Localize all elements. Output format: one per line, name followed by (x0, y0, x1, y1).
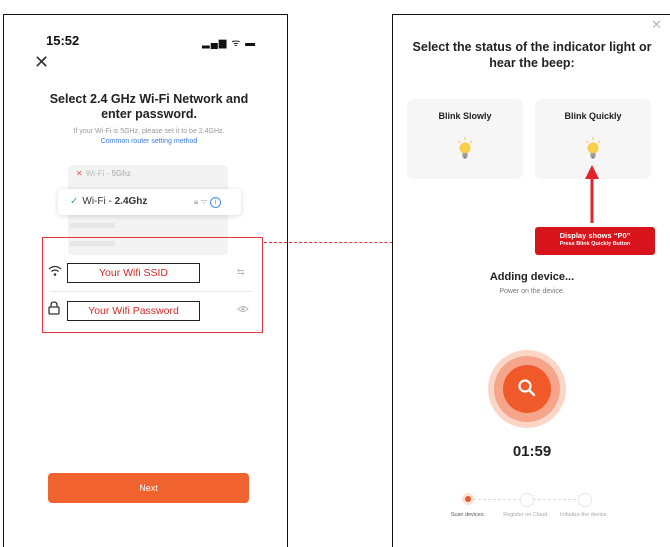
step-register-label: Register on Cloud. (503, 512, 549, 518)
countdown-timer: 01:59 (512, 443, 552, 460)
adding-device-title: Adding device... (489, 271, 575, 283)
step-scan-icon (462, 493, 474, 505)
network-24ghz-label: 2.4Ghz (114, 196, 148, 207)
network-5ghz-prefix: Wi-Fi - (85, 169, 112, 178)
wifi-small-icon: ᯤ (200, 197, 208, 206)
network-24ghz-prefix: Wi-Fi - (82, 196, 115, 207)
status-bar-icons: ▂▄▆ ᯤ ▬ (202, 38, 257, 49)
wifi-icon (48, 265, 62, 276)
add-device-screen: ✕ Select the status of the indicator lig… (392, 14, 670, 547)
step-register-icon (520, 493, 534, 507)
close-icon[interactable]: ✕ (34, 53, 49, 71)
lock-small-icon: 🔒︎ (194, 197, 199, 206)
blink-slowly-label: Blink Slowly (438, 111, 492, 121)
step-initialize-icon (578, 493, 592, 507)
annotation-callout: Display shows “P0” Press Blink Quickly B… (535, 227, 655, 255)
field-divider (50, 291, 252, 292)
router-setting-link[interactable]: Common router setting method (44, 137, 254, 147)
callout-line-2: Press Blink Quickly Button (559, 241, 631, 247)
page-title: Select 2.4 GHz Wi-Fi Network and enter p… (49, 92, 249, 121)
placeholder-bar (70, 223, 115, 228)
hint-text: If your Wi-Fi is 5GHz, please set it to … (73, 128, 225, 135)
switch-network-icon[interactable]: ⇆ (237, 267, 245, 278)
lock-icon (48, 301, 60, 315)
network-5ghz-row: ✕ Wi-Fi - 5Ghz (76, 169, 131, 178)
step-scan-label: Scan devices. (450, 512, 486, 518)
next-button[interactable]: Next (48, 473, 249, 503)
step-initialize-label: Initialize the device. (560, 512, 608, 518)
adding-device-subtitle: Power on the device. (499, 288, 565, 295)
network-24ghz-row: ✓ Wi-Fi - 2.4Ghz (70, 196, 147, 207)
blink-quickly-label: Blink Quickly (564, 111, 622, 121)
info-icon: i (210, 197, 222, 208)
ssid-input[interactable]: Your Wifi SSID (67, 263, 200, 283)
light-bulb-icon (585, 137, 601, 159)
search-icon (518, 379, 536, 397)
wifi-setup-screen: 15:52 ▂▄▆ ᯤ ▬ ✕ Select 2.4 GHz Wi-Fi Net… (3, 14, 288, 547)
blink-slowly-option[interactable]: Blink Slowly (407, 99, 523, 179)
annotation-arrow-icon (585, 165, 599, 223)
eye-icon[interactable] (237, 305, 249, 313)
page-title: Select the status of the indicator light… (412, 40, 652, 70)
light-bulb-icon (457, 137, 473, 159)
status-time: 15:52 (46, 33, 80, 48)
callout-line-1: Display shows “P0” (559, 231, 631, 240)
network-5ghz-label: 5Ghz (111, 169, 132, 178)
frequency-hint: If your Wi-Fi is 5GHz, please set it to … (44, 127, 254, 147)
password-input[interactable]: Your Wifi Password (67, 301, 200, 321)
network-signal-icons: 🔒︎ ᯤ i (194, 196, 222, 208)
cross-icon: ✕ (76, 169, 83, 178)
close-icon[interactable]: ✕ (651, 17, 662, 33)
check-icon: ✓ (70, 196, 79, 207)
